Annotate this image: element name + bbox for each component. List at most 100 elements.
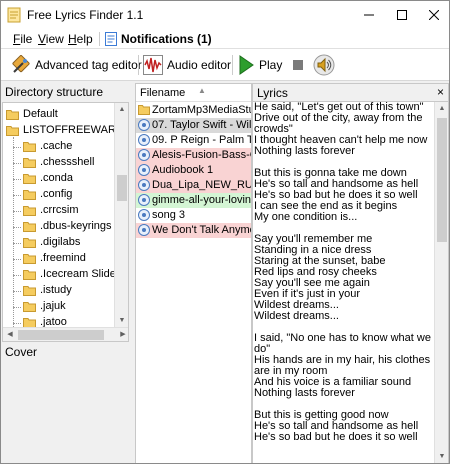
folder-icon	[23, 206, 36, 216]
scroll-left-icon[interactable]: ◀	[3, 328, 17, 341]
tree-item[interactable]: .chessshell	[3, 155, 113, 171]
play-button[interactable]: Play	[237, 53, 282, 77]
audio-file-icon	[138, 134, 150, 146]
toolbar-separator	[138, 55, 139, 75]
tree-item[interactable]: LISTOFFREEWARE	[3, 123, 123, 139]
tree-item-label: .chessshell	[40, 156, 95, 168]
advanced-tag-editor-label: Advanced tag editor	[35, 58, 142, 72]
tree-item-label: Default	[23, 108, 58, 120]
cover-area	[2, 362, 129, 463]
tree-item[interactable]: .cache	[3, 139, 113, 155]
folder-icon	[23, 158, 36, 168]
scroll-up-icon[interactable]: ▲	[115, 103, 128, 117]
lyrics-header: Lyrics ×	[252, 83, 449, 101]
file-name: Audiobook 1	[152, 164, 214, 176]
menu-separator	[99, 32, 100, 46]
audio-file-icon	[138, 119, 150, 131]
lyrics-vertical-scrollbar[interactable]: ▲ ▼	[434, 102, 448, 463]
volume-button[interactable]	[313, 53, 339, 77]
tree-item[interactable]: .conda	[3, 171, 113, 187]
tree-connector	[13, 163, 21, 164]
close-button[interactable]	[419, 1, 449, 29]
cover-title: Cover	[5, 345, 38, 359]
directory-tree-vertical-scrollbar[interactable]: ▲ ▼	[114, 103, 128, 328]
file-list[interactable]: Filename ▲ ZortamMp3MediaStudio 07. Taylo…	[135, 83, 252, 463]
tree-item[interactable]: .Icecream Slidesl	[3, 267, 124, 283]
lyrics-text-area[interactable]: He said, "Let's get out of this town" Dr…	[252, 101, 449, 463]
panel-splitter[interactable]	[130, 81, 134, 463]
folder-icon	[23, 270, 36, 280]
menu-notifications[interactable]: Notifications (1)	[121, 32, 212, 46]
folder-icon	[23, 174, 36, 184]
stop-icon	[293, 60, 303, 70]
file-name: 09. P Reign - Palm Tree	[152, 134, 251, 146]
tree-item[interactable]: .crrcsim	[3, 203, 113, 219]
audio-editor-icon	[143, 55, 163, 75]
directory-tree[interactable]: Default LISTOFFREEWARE .cache .chessshell .c…	[2, 102, 129, 342]
file-name: 07. Taylor Swift - Wilde	[152, 119, 252, 131]
scroll-thumb[interactable]	[117, 175, 127, 201]
audio-file-icon	[138, 194, 150, 206]
tree-connector	[13, 179, 21, 180]
scroll-down-icon[interactable]: ▼	[435, 450, 448, 463]
scroll-right-icon[interactable]: ▶	[116, 328, 128, 341]
tree-connector	[13, 147, 21, 148]
maximize-button[interactable]	[387, 1, 417, 29]
menu-file[interactable]: File	[13, 32, 32, 46]
file-row[interactable]: 07. Taylor Swift - Wilde	[136, 118, 252, 133]
audio-editor-button[interactable]: Audio editor	[143, 53, 231, 77]
tree-item[interactable]: .freemind	[3, 251, 113, 267]
tree-item[interactable]: .jajuk	[3, 299, 113, 315]
lyrics-title: Lyrics	[257, 86, 288, 100]
lyrics-text[interactable]: He said, "Let's get out of this town" Dr…	[254, 102, 434, 443]
tree-item[interactable]: .dbus-keyrings	[3, 219, 113, 235]
directory-tree-horizontal-scrollbar[interactable]: ◀ ▶	[3, 327, 128, 341]
file-row[interactable]: Alesis-Fusion-Bass-C3	[136, 148, 251, 163]
folder-icon	[23, 142, 36, 152]
minimize-button[interactable]	[354, 1, 384, 29]
scroll-down-icon[interactable]: ▼	[115, 314, 128, 328]
app-window: Free Lyrics Finder 1.1 File View Help No…	[0, 0, 450, 464]
folder-icon	[23, 190, 36, 200]
audio-file-icon	[138, 164, 150, 176]
filename-column-header[interactable]: Filename ▲	[136, 84, 251, 102]
lyrics-close-icon[interactable]: ×	[437, 85, 444, 99]
tree-item[interactable]: Default	[3, 107, 113, 123]
file-row[interactable]: ZortamMp3MediaStudio	[136, 103, 251, 118]
tree-item[interactable]: .digilabs	[3, 235, 113, 251]
scroll-thumb[interactable]	[18, 330, 104, 340]
folder-icon	[23, 238, 36, 248]
menu-view[interactable]: View	[38, 32, 64, 46]
menu-help[interactable]: Help	[68, 32, 93, 46]
cover-header: Cover	[1, 343, 130, 361]
tree-connector	[13, 211, 21, 212]
tree-item[interactable]: .istudy	[3, 283, 113, 299]
scroll-up-icon[interactable]: ▲	[435, 102, 448, 116]
audio-file-icon	[138, 149, 150, 161]
app-document-icon	[7, 7, 21, 23]
sort-ascending-icon: ▲	[198, 86, 206, 95]
file-row[interactable]: We Don't Talk Anymore	[136, 223, 251, 238]
menu-bar: File View Help Notifications (1)	[1, 29, 449, 49]
advanced-tag-editor-button[interactable]: Advanced tag editor	[11, 53, 142, 77]
scroll-thumb[interactable]	[437, 118, 447, 242]
toolbar: Advanced tag editor Audio editor Play	[1, 49, 449, 81]
folder-icon	[6, 126, 19, 136]
file-row[interactable]: gimme-all-your-lovin-ler	[136, 193, 251, 208]
title-bar[interactable]: Free Lyrics Finder 1.1	[1, 1, 449, 29]
file-name: We Don't Talk Anymore	[152, 224, 251, 236]
tree-item[interactable]: .config	[3, 187, 113, 203]
tree-item-label: .dbus-keyrings	[40, 220, 112, 232]
minimize-icon	[364, 14, 374, 16]
stop-button[interactable]	[293, 53, 307, 77]
filename-column-label: Filename	[140, 87, 186, 99]
file-row[interactable]: song 3	[136, 208, 251, 223]
tree-connector	[13, 259, 21, 260]
play-label: Play	[259, 58, 283, 72]
file-row[interactable]: Audiobook 1	[136, 163, 251, 178]
file-row[interactable]: Dua_Lipa_NEW_RULES_	[136, 178, 251, 193]
tree-item-label: .digilabs	[40, 236, 81, 248]
tree-item-label: .conda	[40, 172, 74, 184]
tree-item-label: .freemind	[40, 252, 86, 264]
file-row[interactable]: 09. P Reign - Palm Tree	[136, 133, 251, 148]
